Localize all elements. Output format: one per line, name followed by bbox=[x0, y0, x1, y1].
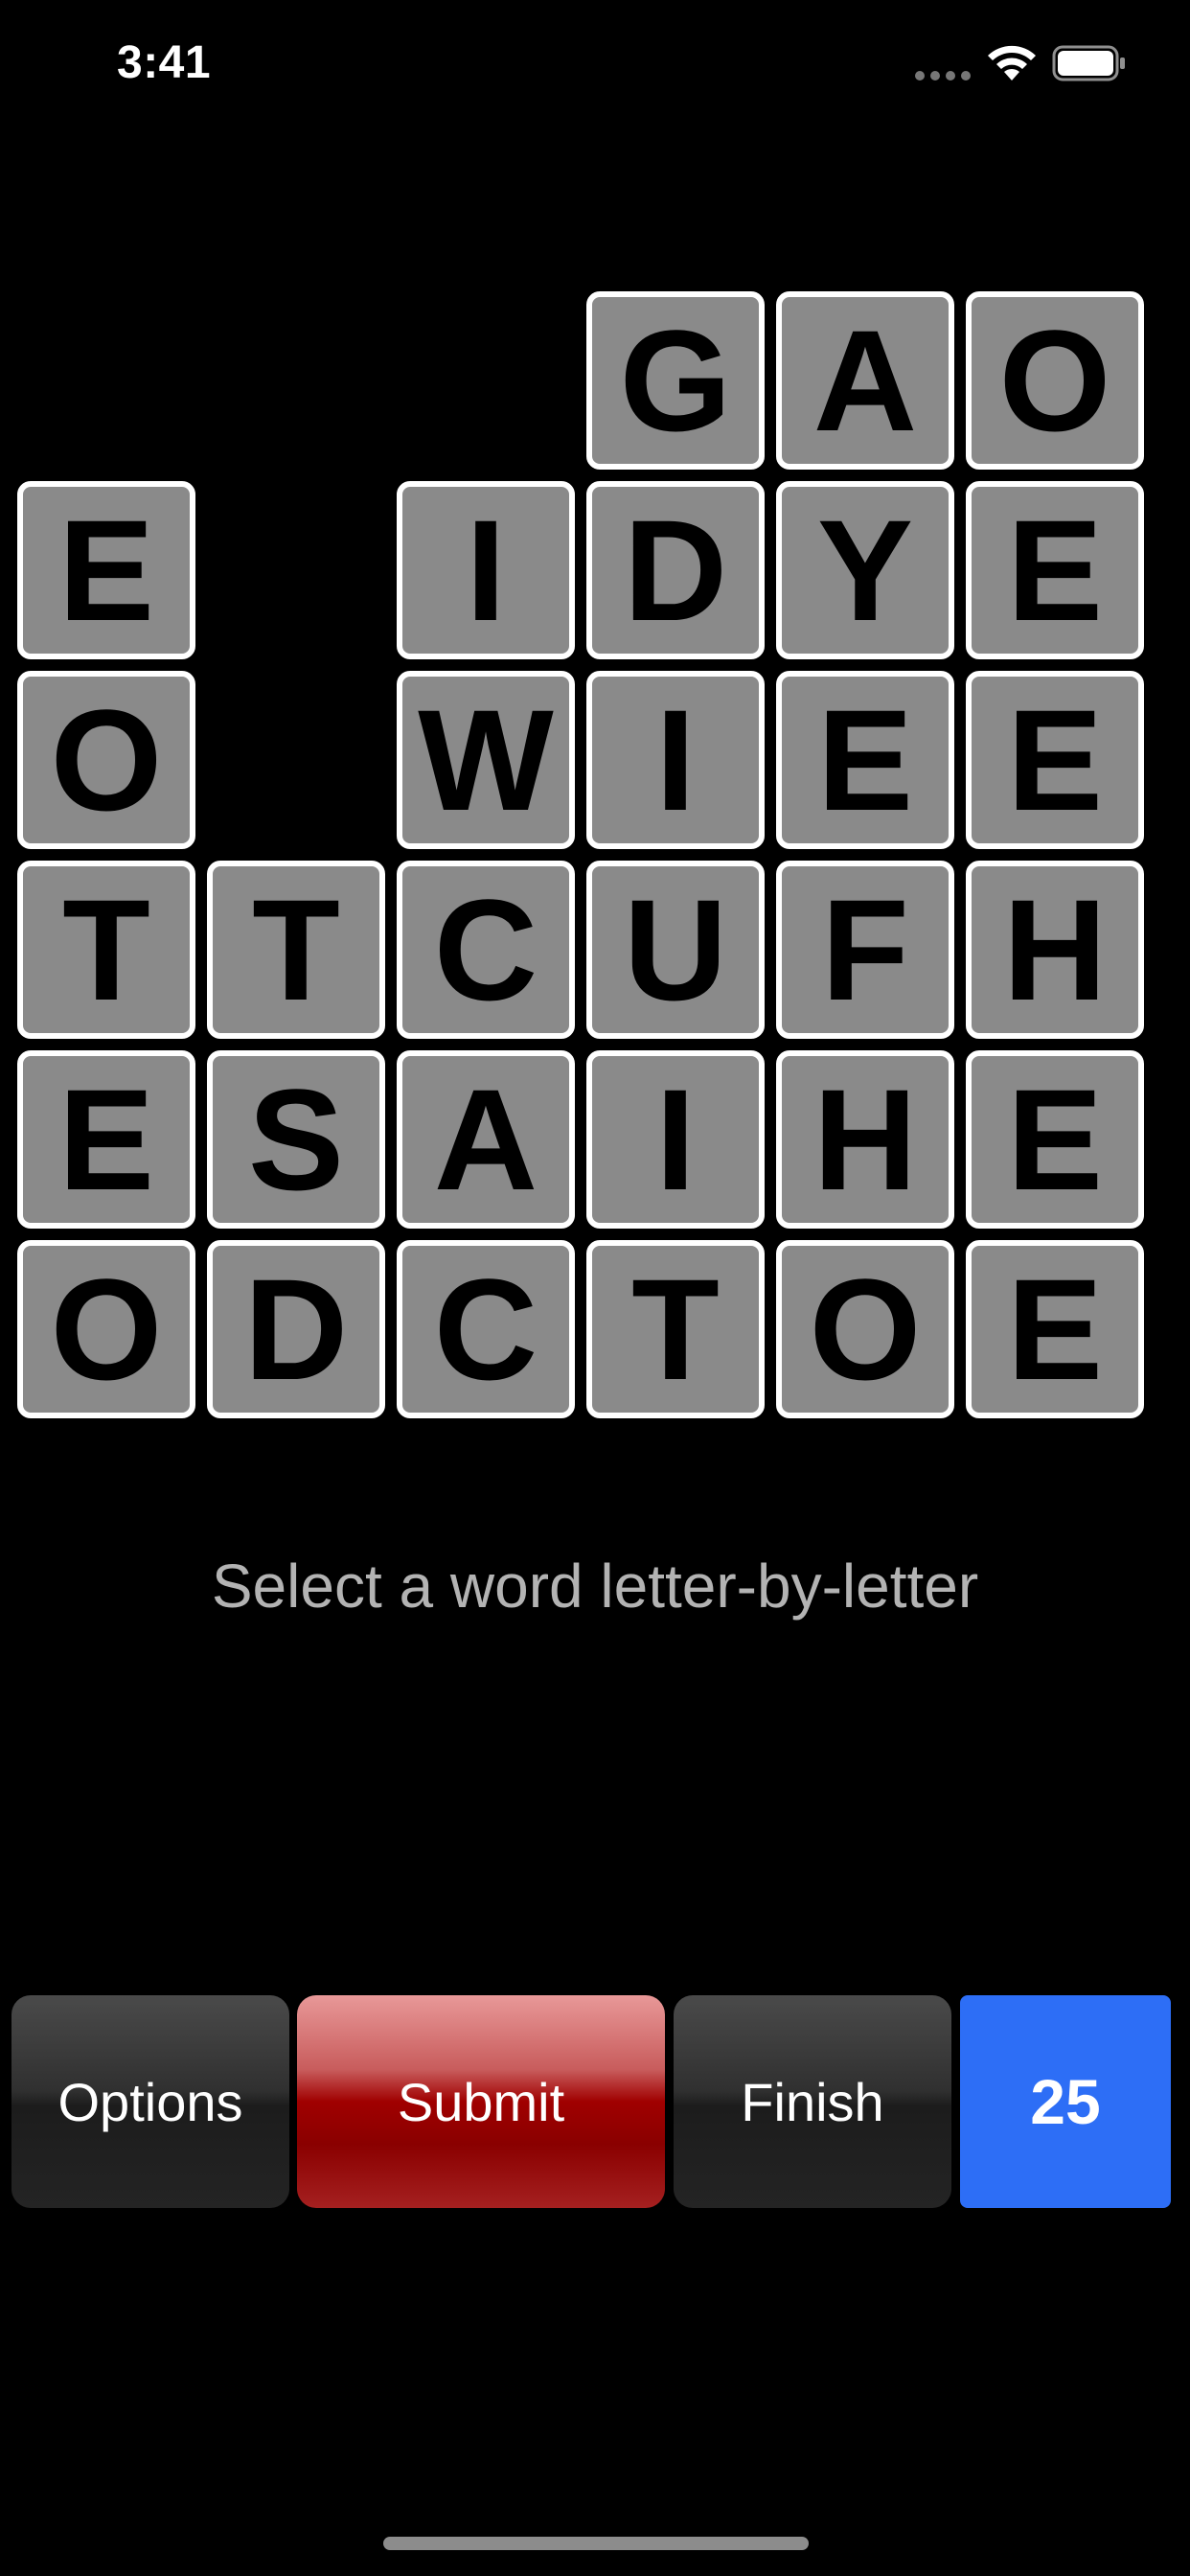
letter-tile[interactable]: F bbox=[776, 861, 954, 1039]
letter-tile[interactable]: I bbox=[586, 671, 765, 849]
letter-tile[interactable]: C bbox=[397, 861, 575, 1039]
letter-tile[interactable]: E bbox=[966, 1050, 1144, 1229]
letter-tile[interactable]: O bbox=[17, 671, 195, 849]
letter-tile[interactable]: E bbox=[17, 481, 195, 659]
letter-tile[interactable]: E bbox=[966, 1240, 1144, 1418]
letter-tile[interactable]: U bbox=[586, 861, 765, 1039]
instruction-text: Select a word letter-by-letter bbox=[211, 1552, 979, 1621]
letter-tile[interactable]: O bbox=[776, 1240, 954, 1418]
letter-tile[interactable]: A bbox=[397, 1050, 575, 1229]
letter-tile[interactable]: H bbox=[776, 1050, 954, 1229]
home-indicator[interactable] bbox=[383, 2537, 809, 2550]
letter-tile[interactable]: E bbox=[776, 671, 954, 849]
submit-button[interactable]: Submit bbox=[297, 1995, 665, 2208]
letter-tile[interactable]: T bbox=[207, 861, 385, 1039]
letter-tile[interactable]: S bbox=[207, 1050, 385, 1229]
letter-grid: GAOEIDYEOWIEETTCUFHESAIHEODCTOE bbox=[0, 0, 1190, 1438]
letter-tile[interactable]: C bbox=[397, 1240, 575, 1418]
score-display: 25 bbox=[960, 1995, 1171, 2208]
letter-tile[interactable]: W bbox=[397, 671, 575, 849]
letter-tile[interactable]: A bbox=[776, 291, 954, 470]
letter-tile[interactable]: D bbox=[586, 481, 765, 659]
letter-tile[interactable]: O bbox=[966, 291, 1144, 470]
letter-tile[interactable]: O bbox=[17, 1240, 195, 1418]
letter-tile[interactable]: E bbox=[17, 1050, 195, 1229]
finish-button[interactable]: Finish bbox=[674, 1995, 951, 2208]
letter-tile[interactable]: E bbox=[966, 671, 1144, 849]
letter-tile[interactable]: T bbox=[586, 1240, 765, 1418]
letter-tile[interactable]: Y bbox=[776, 481, 954, 659]
letter-tile[interactable]: T bbox=[17, 861, 195, 1039]
letter-tile[interactable]: G bbox=[586, 291, 765, 470]
letter-tile[interactable]: I bbox=[586, 1050, 765, 1229]
letter-tile[interactable]: D bbox=[207, 1240, 385, 1418]
letter-tile[interactable]: H bbox=[966, 861, 1144, 1039]
letter-tile[interactable]: E bbox=[966, 481, 1144, 659]
letter-tile[interactable]: I bbox=[397, 481, 575, 659]
options-button[interactable]: Options bbox=[11, 1995, 289, 2208]
